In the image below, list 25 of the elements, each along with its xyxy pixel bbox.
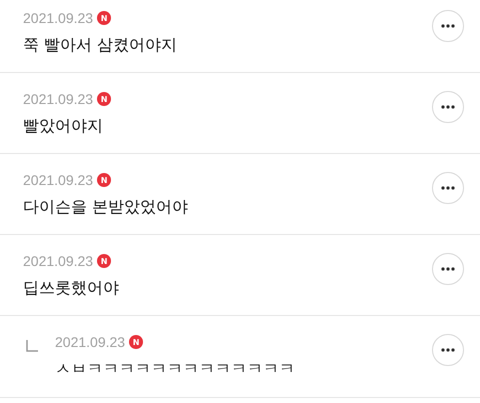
comment-date: 2021.09.23: [23, 253, 94, 269]
comment-date: 2021.09.23: [23, 91, 94, 107]
new-badge: N: [97, 92, 112, 106]
comment-text: 빨았어야지: [23, 116, 104, 137]
new-badge: N: [97, 254, 112, 268]
more-icon: [441, 24, 455, 28]
more-button[interactable]: [432, 172, 464, 204]
comment-date: 2021.09.23: [55, 334, 126, 350]
new-badge: N: [97, 173, 112, 187]
comment-text: 쭉 빨아서 삼켰어야지: [23, 35, 178, 56]
comment-text: ㅅㅂㅋㅋㅋㅋㅋㅋㅋㅋㅋㅋㅋㅋㅋ: [55, 359, 296, 380]
comment-text: 다이슨을 본받았었어야: [23, 197, 190, 218]
more-button[interactable]: [432, 91, 464, 123]
more-button[interactable]: [432, 10, 464, 42]
more-icon: [441, 105, 455, 109]
more-button[interactable]: [432, 253, 464, 285]
new-badge: N: [129, 335, 144, 349]
more-button[interactable]: [432, 334, 464, 366]
comment-date: 2021.09.23: [23, 172, 94, 188]
new-badge: N: [97, 11, 112, 25]
more-icon: [441, 186, 455, 190]
more-icon: [441, 348, 455, 352]
comment-date: 2021.09.23: [23, 10, 94, 26]
comment-text: 딥쓰롯했어야: [23, 278, 120, 299]
more-icon: [441, 267, 455, 271]
